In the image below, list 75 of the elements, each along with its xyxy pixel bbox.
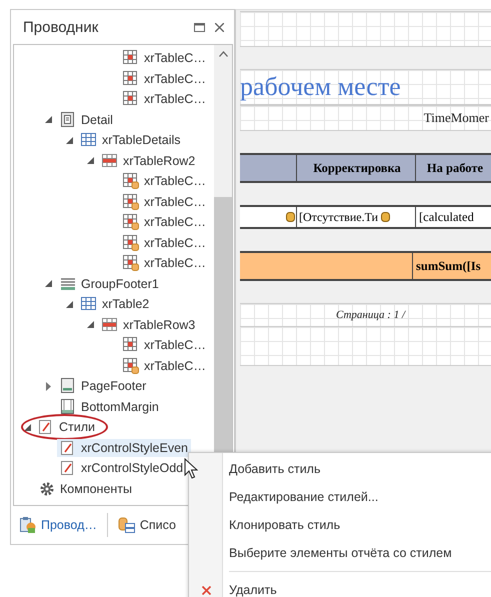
bound-cell-icon xyxy=(123,358,139,374)
style-icon xyxy=(60,440,76,456)
tree-item[interactable]: Стили xyxy=(24,417,106,438)
table-row-icon xyxy=(102,152,118,169)
bound-cell-icon xyxy=(123,214,139,230)
tree-item[interactable]: xrTable2 xyxy=(78,295,152,314)
tree-item[interactable]: xrTableC… xyxy=(120,234,209,252)
page-margin-icon xyxy=(60,398,76,415)
tree-item[interactable]: xrTableC… xyxy=(120,90,209,108)
table-icon xyxy=(81,132,97,148)
header-cell: Корректировка xyxy=(297,155,416,181)
tree-item[interactable]: xrTableRow2 xyxy=(99,152,198,170)
collapse-arrow-icon[interactable] xyxy=(86,157,94,164)
tree-item[interactable]: Detail xyxy=(57,110,116,129)
gear-icon xyxy=(39,480,55,497)
tree-item[interactable]: xrControlStyleEven xyxy=(57,438,191,457)
tree-item[interactable]: xrTableC… xyxy=(120,172,209,190)
page-footer-icon xyxy=(60,378,76,394)
tree-item[interactable]: BottomMargin xyxy=(57,398,162,416)
panel-title: Проводник xyxy=(23,18,100,36)
tree-item[interactable]: GroupFooter1 xyxy=(57,274,162,293)
panel-tab[interactable]: Провод… xyxy=(15,514,101,536)
table-cell-icon xyxy=(123,50,139,66)
collapse-arrow-icon[interactable] xyxy=(24,424,30,431)
close-icon[interactable] xyxy=(215,22,224,32)
collapse-arrow-icon[interactable] xyxy=(66,300,72,308)
band-lines-icon xyxy=(60,276,76,292)
document-icon xyxy=(60,112,76,128)
tree-item[interactable]: xrControlStyleOdd xyxy=(57,459,186,478)
collapse-arrow-icon[interactable] xyxy=(44,116,52,124)
clipboard-icon xyxy=(19,516,37,534)
tree-item[interactable]: xrTableC… xyxy=(120,336,209,354)
collapse-arrow-icon[interactable] xyxy=(44,280,52,288)
data-cell-text: [calculated xyxy=(418,208,475,226)
tree-item[interactable]: xrTableC… xyxy=(120,213,209,232)
table-row-icon xyxy=(102,316,118,333)
tree-item[interactable]: PageFooter xyxy=(57,377,150,396)
database-icon xyxy=(118,516,136,534)
tree-item[interactable]: xrTableRow3 xyxy=(99,316,198,334)
menu-item[interactable]: Удалить xyxy=(189,576,491,597)
bound-cell-icon xyxy=(123,234,139,251)
database-icon xyxy=(286,212,295,222)
delete-icon xyxy=(202,586,210,594)
table-cell-icon xyxy=(123,70,139,87)
tree-item[interactable]: xrTableC… xyxy=(120,356,209,375)
styles-icon xyxy=(38,419,54,436)
scroll-up-icon[interactable] xyxy=(218,51,228,57)
tree-item[interactable]: xrTableDetails xyxy=(78,131,184,150)
report-field: TimeMomer xyxy=(424,110,489,126)
tree-item[interactable]: xrTableC… xyxy=(120,49,209,68)
database-icon xyxy=(381,212,390,222)
tree-item[interactable]: Компоненты xyxy=(36,480,136,498)
tree-item[interactable]: xrTableC… xyxy=(120,70,209,88)
panel-tab[interactable]: Списо xyxy=(114,514,180,536)
style-icon xyxy=(60,460,76,476)
menu-item[interactable]: Редактирование стилей... xyxy=(189,483,491,511)
tree-item[interactable]: xrTableC… xyxy=(120,192,209,211)
table-icon xyxy=(81,296,97,312)
bound-cell-icon xyxy=(123,194,139,210)
collapse-arrow-icon[interactable] xyxy=(86,321,94,328)
table-cell-icon xyxy=(123,337,139,354)
bound-cell-icon xyxy=(123,173,139,190)
menu-item[interactable]: Клонировать стиль xyxy=(189,511,491,539)
expand-arrow-icon[interactable] xyxy=(46,382,50,391)
page-info-cell: Страница : 1 / xyxy=(336,309,405,321)
report-title: рабочем месте xyxy=(240,72,401,102)
tree-item[interactable]: xrTableC… xyxy=(120,254,209,272)
header-cell-text: На работе xyxy=(426,160,484,177)
data-cell: [Отсутствие.Ти xyxy=(297,207,416,227)
table-cell-icon xyxy=(123,91,139,108)
maximize-icon[interactable] xyxy=(194,22,205,32)
bound-cell-icon xyxy=(123,255,139,272)
collapse-arrow-icon[interactable] xyxy=(66,136,72,144)
menu-item[interactable]: Выберите элементы отчёта со стилем xyxy=(189,539,491,567)
total-cell-text: sumSum([Is xyxy=(415,258,482,274)
